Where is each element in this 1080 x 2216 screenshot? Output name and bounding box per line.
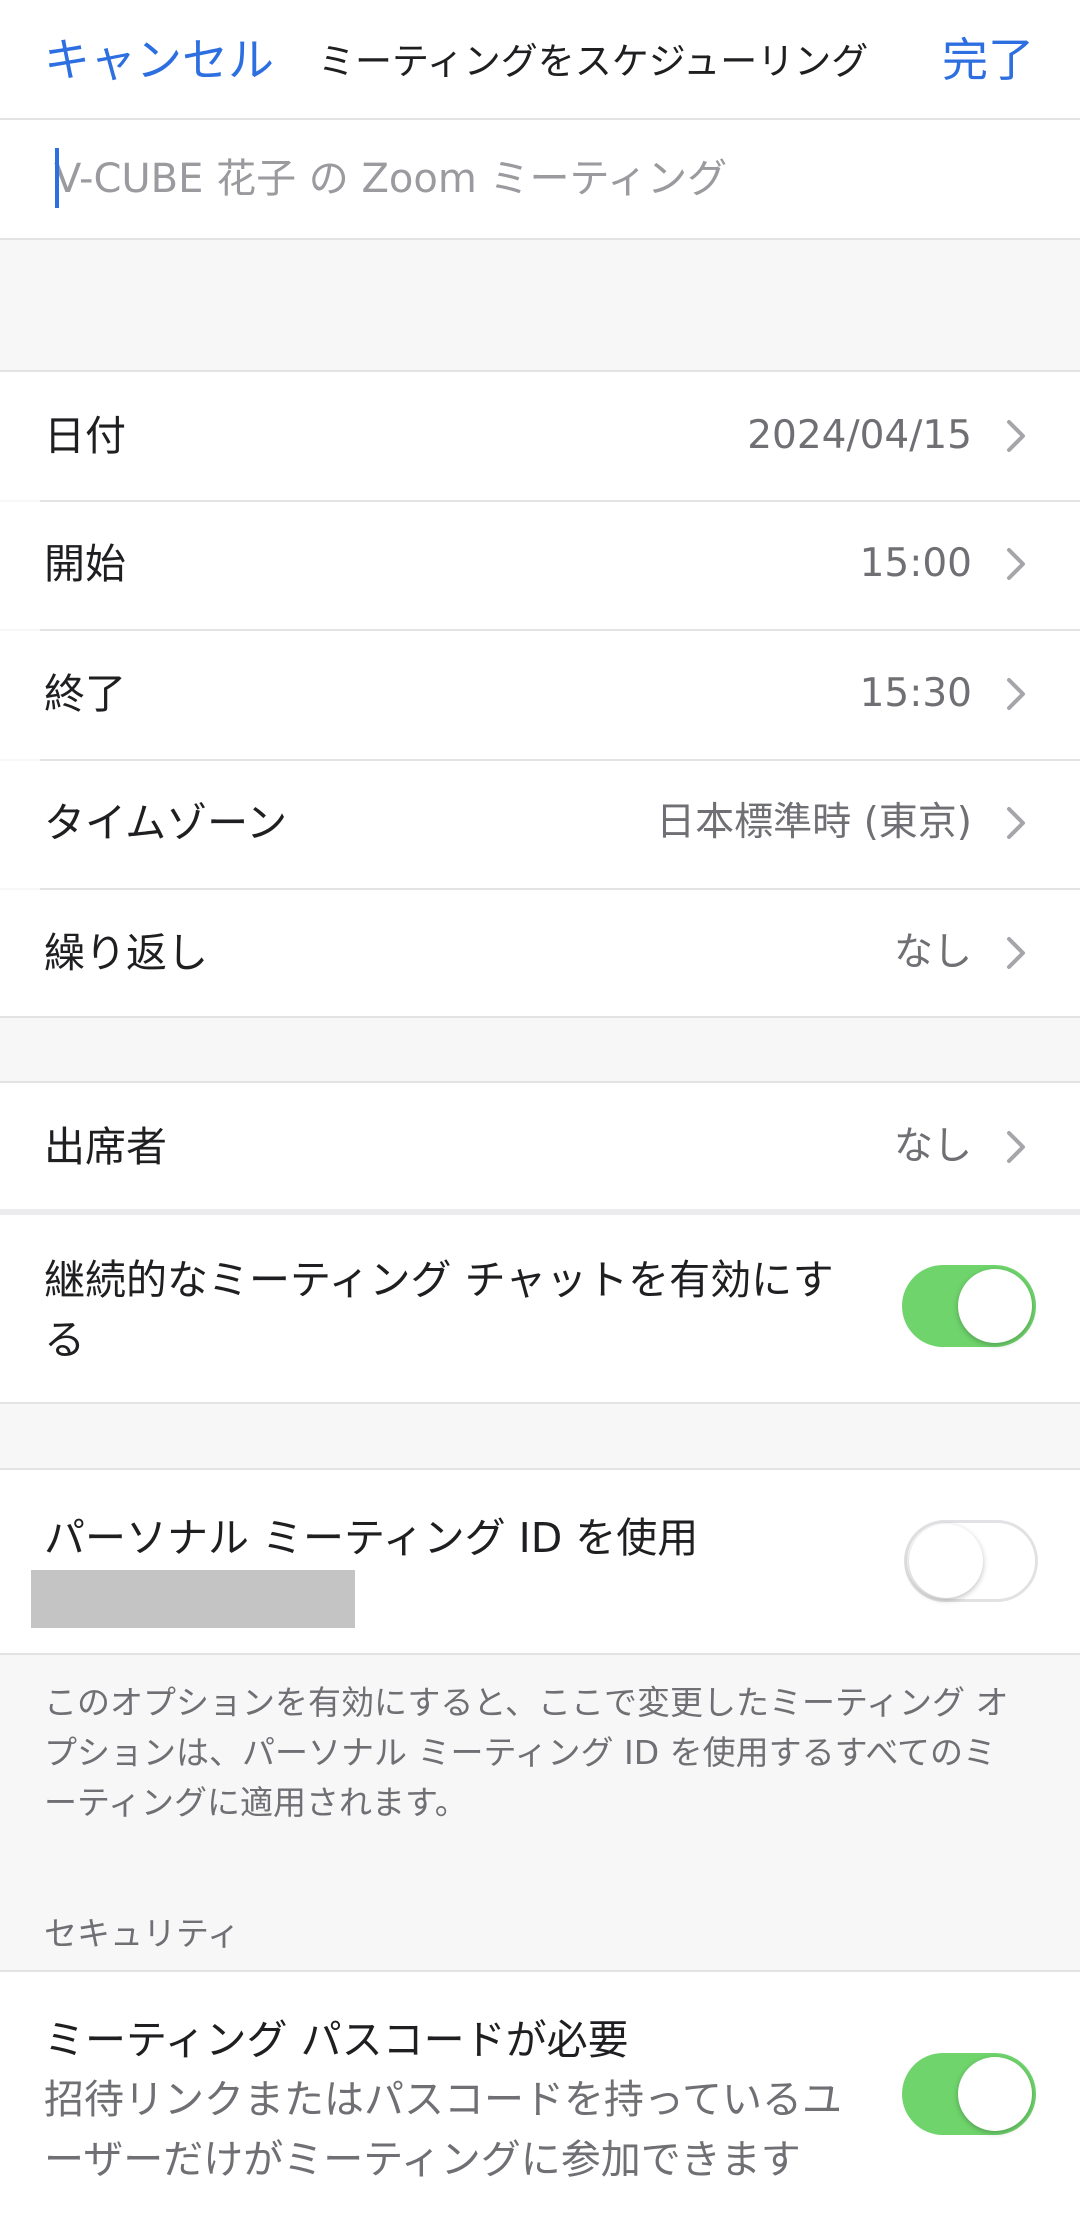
attendees-value: なし [893, 1124, 972, 1169]
chevron-right-icon [1004, 1127, 1030, 1167]
divider [0, 1653, 1080, 1655]
continuous-chat-label-line2: る [44, 1316, 85, 1364]
toggle-knob [909, 1524, 983, 1598]
start-label: 開始 [44, 540, 126, 588]
topic-field-container [0, 120, 1080, 238]
date-value: 2024/04/15 [747, 413, 972, 458]
personal-meeting-id-toggle[interactable] [904, 1520, 1038, 1602]
cancel-button[interactable]: キャンセル [44, 30, 274, 90]
info-line: このオプションを有効にすると、ここで変更したミーティング オ [44, 1683, 1009, 1722]
chevron-right-icon [1004, 933, 1030, 973]
passcode-description-line1: 招待リンクまたはパスコードを持っているユ [44, 2077, 842, 2123]
done-button[interactable]: 完了 [942, 30, 1034, 90]
attendees-label: 出席者 [44, 1123, 167, 1171]
time-zone-row[interactable]: タイムゾーン 日本標準時 (東京) [0, 761, 1080, 888]
passcode-label: ミーティング パスコードが必要 [44, 2016, 629, 2064]
continuous-chat-row: 継続的なミーティング チャットを有効にす る [0, 1215, 1080, 1402]
chevron-right-icon [1004, 544, 1030, 584]
navigation-bar: キャンセル ミーティングをスケジューリング 完了 [0, 0, 1080, 118]
text-cursor [55, 148, 59, 208]
passcode-description: 招待リンクまたはパスコードを持っているユ ーザーだけがミーティングに参加できます [44, 2070, 904, 2190]
chevron-right-icon [1004, 803, 1030, 843]
start-value: 15:00 [859, 541, 972, 586]
continuous-chat-label-line1: 継続的なミーティング チャットを有効にす [44, 1256, 834, 1304]
passcode-row: ミーティング パスコードが必要 招待リンクまたはパスコードを持っているユ ーザー… [0, 1972, 1080, 2216]
date-label: 日付 [44, 412, 126, 460]
date-row[interactable]: 日付 2024/04/15 [0, 372, 1080, 500]
start-time-row[interactable]: 開始 15:00 [0, 502, 1080, 629]
end-value: 15:30 [859, 671, 972, 716]
attendees-row[interactable]: 出席者 なし [0, 1083, 1080, 1209]
time-zone-label: タイムゾーン [44, 799, 288, 847]
toggle-knob [958, 2057, 1032, 2131]
toggle-knob [958, 1269, 1032, 1343]
info-line: ーティングに適用されます。 [44, 1783, 468, 1822]
redacted-meeting-id [31, 1570, 355, 1628]
repeat-value: なし [893, 930, 972, 975]
time-zone-value: 日本標準時 (東京) [656, 800, 972, 845]
personal-meeting-id-info: このオプションを有効にすると、ここで変更したミーティング オ プションは、パーソ… [44, 1678, 1040, 1828]
chevron-right-icon [1004, 416, 1030, 456]
divider [0, 1402, 1080, 1404]
divider [0, 1016, 1080, 1018]
end-label: 終了 [44, 670, 126, 718]
chevron-right-icon [1004, 674, 1030, 714]
divider [0, 238, 1080, 240]
continuous-chat-toggle[interactable] [902, 1265, 1036, 1347]
personal-meeting-id-label: パーソナル ミーティング ID を使用 [44, 1514, 699, 1562]
topic-input[interactable] [54, 146, 1044, 212]
end-time-row[interactable]: 終了 15:30 [0, 631, 1080, 759]
security-section-header: セキュリティ [44, 1914, 241, 1953]
repeat-row[interactable]: 繰り返し なし [0, 890, 1080, 1016]
repeat-label: 繰り返し [44, 929, 208, 977]
continuous-chat-label: 継続的なミーティング チャットを有効にす る [44, 1252, 834, 1368]
page-title: ミーティングをスケジューリング [318, 40, 869, 83]
passcode-description-line2: ーザーだけがミーティングに参加できます [44, 2137, 801, 2183]
info-line: プションは、パーソナル ミーティング ID を使用するすべてのミ [44, 1733, 997, 1772]
passcode-toggle[interactable] [902, 2053, 1036, 2135]
